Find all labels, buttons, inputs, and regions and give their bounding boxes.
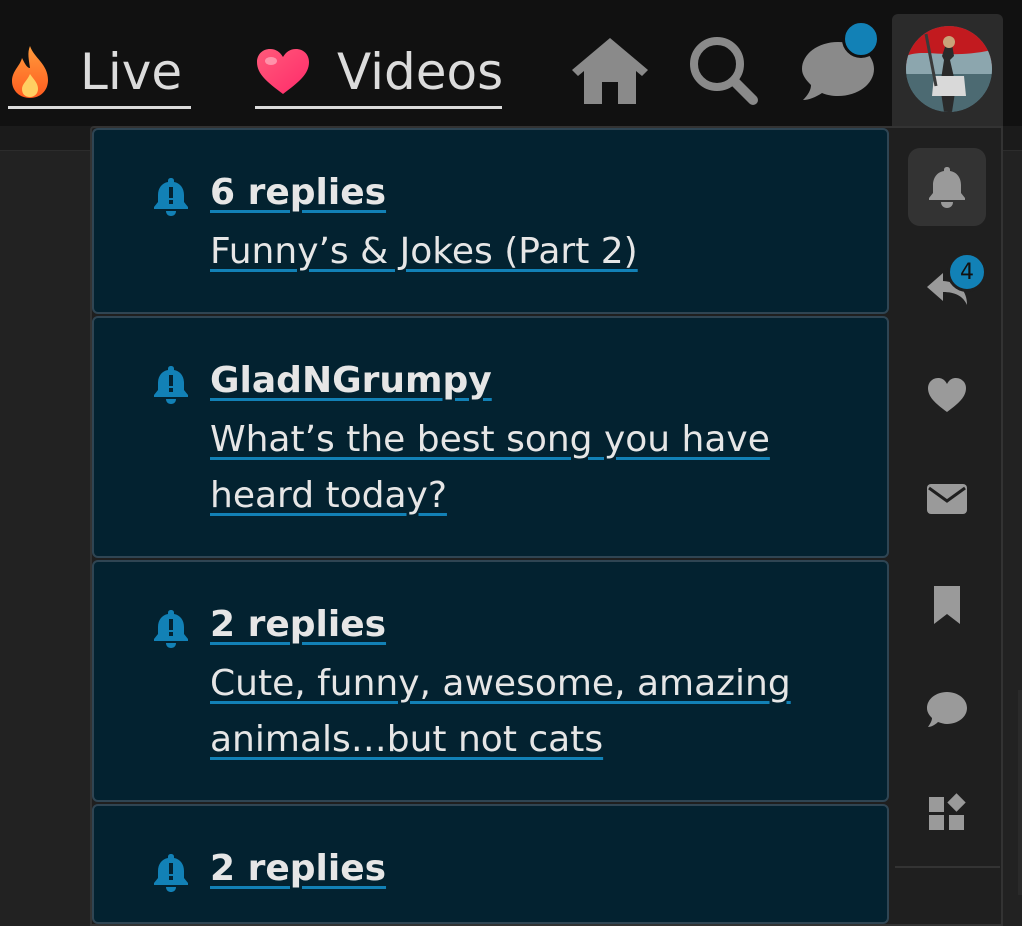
nav-live-label: Live [80, 43, 183, 101]
avatar[interactable] [906, 26, 992, 112]
bell-icon [154, 854, 188, 892]
heart-icon [928, 378, 966, 412]
replies-count-badge: 4 [947, 252, 987, 292]
page-scrollbar[interactable] [1018, 690, 1022, 895]
notification-title[interactable]: 6 replies [210, 172, 386, 213]
heart-icon [255, 48, 311, 96]
bell-icon [929, 167, 965, 208]
fire-icon [8, 44, 54, 100]
notification-item[interactable]: 2 replies Cute, funny, awesome, amazing … [92, 560, 889, 802]
chat-unread-dot [842, 20, 880, 58]
nav-videos-label: Videos [337, 43, 504, 101]
notification-item[interactable]: 2 replies [92, 804, 889, 924]
notification-item[interactable]: GladNGrumpy What’s the best song you hav… [92, 316, 889, 558]
notification-topic-link[interactable]: Cute, funny, awesome, amazing animals…bu… [210, 656, 850, 768]
notification-title[interactable]: GladNGrumpy [210, 360, 492, 401]
bell-icon [154, 178, 188, 216]
notification-title[interactable]: 2 replies [210, 604, 386, 645]
tab-notifications[interactable] [908, 148, 986, 226]
home-button[interactable] [566, 30, 654, 110]
tab-other[interactable] [908, 774, 986, 852]
mail-icon [927, 484, 967, 514]
nav-link-videos[interactable]: Videos [255, 42, 504, 109]
notification-item[interactable]: 6 replies Funny’s & Jokes (Part 2) [92, 128, 889, 314]
bell-icon [154, 366, 188, 404]
search-button[interactable] [684, 30, 762, 110]
search-icon [690, 37, 758, 105]
bookmark-icon [934, 586, 960, 624]
bell-icon [154, 610, 188, 648]
nav-link-live[interactable]: Live [8, 42, 191, 109]
tab-bookmarks[interactable] [908, 566, 986, 644]
sidebar-divider [895, 866, 1000, 868]
notification-topic-link[interactable]: What’s the best song you have heard toda… [210, 412, 850, 524]
widgets-icon [929, 793, 966, 830]
home-icon [572, 38, 648, 104]
notification-title[interactable]: 2 replies [210, 848, 386, 889]
notification-topic-link[interactable]: Funny’s & Jokes (Part 2) [210, 224, 850, 280]
tab-chat[interactable] [908, 670, 986, 748]
tab-likes[interactable] [908, 356, 986, 434]
chat-icon [927, 692, 967, 727]
tab-messages[interactable] [908, 460, 986, 538]
